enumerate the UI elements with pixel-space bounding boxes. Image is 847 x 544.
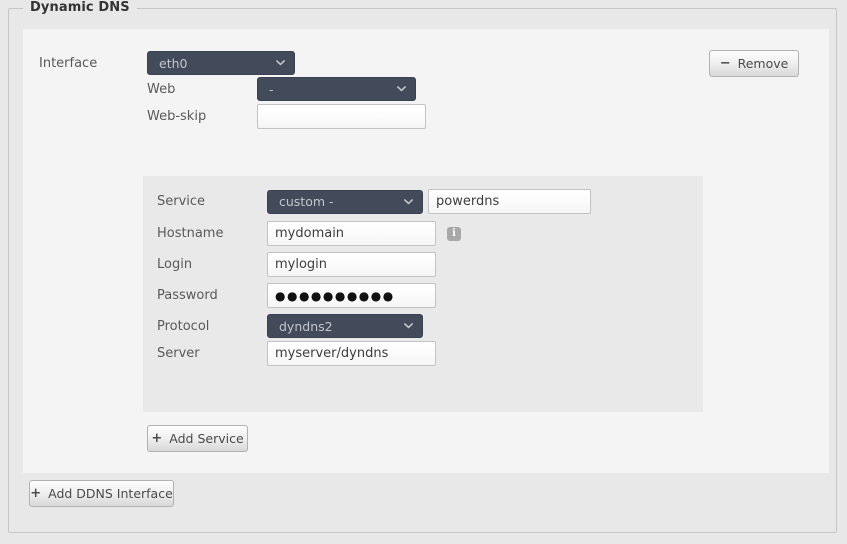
password-input[interactable] [267, 283, 436, 308]
chevron-down-icon [403, 196, 414, 207]
info-icon[interactable]: i [447, 226, 461, 241]
protocol-label: Protocol [157, 318, 210, 334]
add-ddns-interface-label: Add DDNS Interface [48, 486, 173, 501]
hostname-row: Hostname i [157, 221, 461, 246]
login-input[interactable] [267, 252, 436, 277]
service-select-value: custom - [279, 194, 334, 209]
plus-icon: + [30, 486, 42, 501]
server-input[interactable] [267, 341, 436, 366]
chevron-down-icon [275, 57, 286, 68]
interface-select-value: eth0 [159, 55, 188, 71]
page-title: Dynamic DNS [23, 0, 137, 15]
web-skip-input[interactable] [257, 104, 426, 129]
login-row: Login [157, 252, 436, 277]
login-label: Login [157, 257, 193, 272]
interface-select[interactable]: eth0 [147, 51, 295, 75]
web-skip-row: Web-skip [147, 104, 426, 129]
dynamic-dns-fieldset: Dynamic DNS Interface eth0 − Remove Web … [8, 0, 837, 533]
password-label: Password [157, 288, 218, 303]
service-block: Service custom - Hostname i [143, 176, 703, 412]
add-service-label: Add Service [169, 431, 244, 446]
web-select[interactable]: - [257, 77, 416, 101]
interface-panel: Interface eth0 − Remove Web - Web-skip S… [23, 29, 829, 473]
plus-icon: + [151, 431, 163, 446]
interface-label: Interface [39, 55, 98, 71]
web-skip-label: Web-skip [147, 109, 207, 124]
web-label: Web [147, 81, 176, 97]
server-label: Server [157, 346, 200, 361]
web-select-value: - [269, 81, 274, 97]
hostname-input[interactable] [267, 221, 436, 246]
service-row: Service custom - [157, 189, 591, 214]
service-label: Service [157, 194, 206, 209]
chevron-down-icon [403, 320, 414, 331]
web-row: Web - [147, 77, 416, 101]
remove-interface-label: Remove [737, 56, 789, 71]
protocol-select-value: dyndns2 [279, 318, 333, 334]
service-name-input[interactable] [428, 189, 591, 214]
service-select[interactable]: custom - [267, 189, 423, 214]
server-row: Server [157, 341, 436, 366]
chevron-down-icon [396, 83, 407, 94]
add-service-row: + Add Service [147, 425, 248, 452]
add-service-button[interactable]: + Add Service [147, 425, 248, 452]
add-ddns-interface-row: + Add DDNS Interface [29, 480, 174, 507]
remove-interface-button[interactable]: − Remove [709, 50, 799, 77]
protocol-select[interactable]: dyndns2 [267, 314, 423, 338]
minus-icon: − [719, 56, 731, 71]
add-ddns-interface-button[interactable]: + Add DDNS Interface [29, 480, 174, 507]
hostname-label: Hostname [157, 226, 224, 241]
protocol-row: Protocol dyndns2 [157, 314, 423, 338]
password-row: Password [157, 283, 436, 308]
remove-row: − Remove [709, 50, 799, 77]
interface-row: Interface eth0 [39, 51, 295, 75]
